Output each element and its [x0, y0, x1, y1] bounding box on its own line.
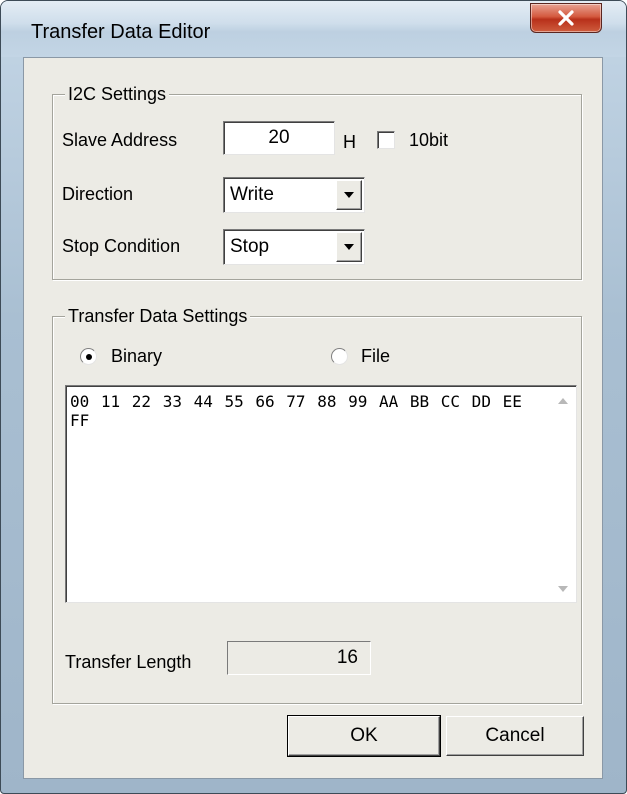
i2c-settings-legend: I2C Settings [65, 83, 170, 105]
transfer-data-settings-legend: Transfer Data Settings [65, 305, 251, 327]
i2c-settings-group: I2C Settings Slave Address 20 H 10bit Di… [52, 83, 582, 280]
direction-dropdown-button[interactable] [336, 180, 362, 210]
tenbit-checkbox[interactable] [377, 131, 395, 149]
hex-suffix-label: H [343, 132, 356, 152]
chevron-down-icon [344, 243, 354, 250]
direction-value: Write [230, 184, 274, 205]
transfer-length-label: Transfer Length [65, 652, 192, 672]
radio-selected-dot [85, 353, 92, 360]
dialog-window: Transfer Data Editor I2C Settings Slave … [0, 0, 627, 794]
transfer-length-value: 16 [227, 641, 371, 675]
stop-condition-value: Stop [230, 236, 270, 257]
slave-address-label: Slave Address [62, 130, 178, 150]
vertical-scrollbar[interactable] [552, 388, 574, 600]
scroll-down-arrow-icon[interactable] [558, 586, 568, 592]
close-button[interactable] [530, 3, 602, 33]
scroll-up-arrow-icon[interactable] [558, 398, 568, 404]
file-radio[interactable] [331, 348, 348, 365]
direction-select[interactable]: Write [223, 177, 365, 213]
slave-address-input[interactable]: 20 [223, 121, 335, 155]
window-title: Transfer Data Editor [31, 21, 211, 43]
close-icon [558, 10, 574, 26]
tenbit-label: 10bit [409, 130, 449, 150]
stop-condition-dropdown-button[interactable] [336, 232, 362, 262]
dialog-client-area: I2C Settings Slave Address 20 H 10bit Di… [23, 57, 603, 779]
transfer-data-settings-group: Transfer Data Settings Binary File 00 11… [52, 305, 582, 704]
stop-condition-label: Stop Condition [62, 236, 181, 256]
transfer-data-textarea[interactable]: 00 11 22 33 44 55 66 77 88 99 AA BB CC D… [65, 385, 577, 603]
stop-condition-select[interactable]: Stop [223, 229, 365, 265]
chevron-down-icon [344, 191, 354, 198]
title-bar[interactable]: Transfer Data Editor [1, 1, 626, 57]
cancel-button[interactable]: Cancel [446, 716, 584, 756]
transfer-data-text: 00 11 22 33 44 55 66 77 88 99 AA BB CC D… [70, 392, 534, 430]
binary-radio[interactable] [80, 348, 97, 365]
file-radio-label: File [361, 346, 391, 366]
ok-button[interactable]: OK [287, 715, 441, 757]
direction-label: Direction [62, 184, 134, 204]
binary-radio-label: Binary [111, 346, 163, 366]
